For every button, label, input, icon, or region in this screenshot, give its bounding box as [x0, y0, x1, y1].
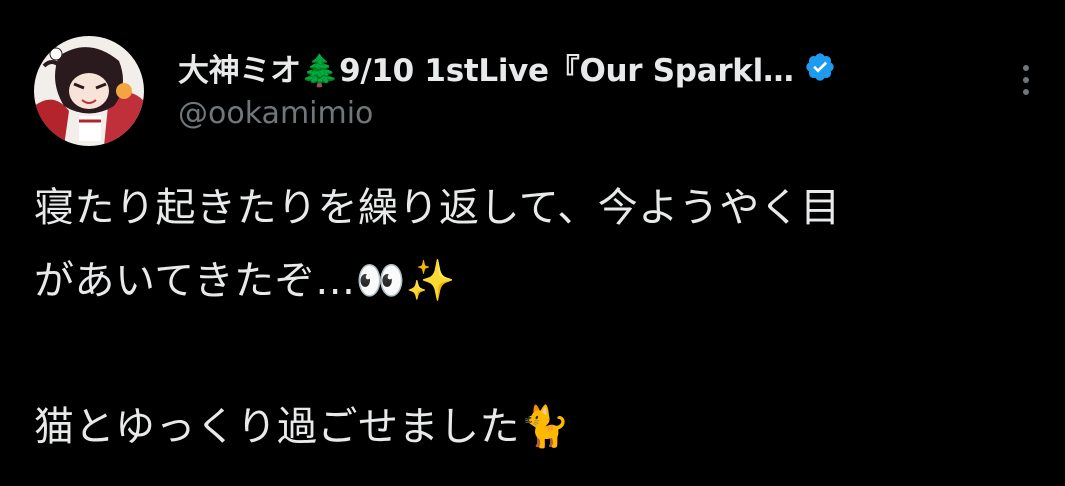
tweet-text-line: があいてきたぞ…👀✨: [34, 258, 457, 304]
profile-avatar[interactable]: [34, 36, 144, 146]
tweet-text-line: 猫とゆっくり過ごせました🐈: [34, 404, 571, 450]
name-row: 大神ミオ🌲9/10 1stLive『Our Sparkl…: [178, 40, 978, 94]
tweet-text: 寝たり起きたりを繰り返して、今ようやく目 があいてきたぞ…👀✨ 猫とゆっくり過ご…: [34, 172, 1044, 464]
user-handle[interactable]: @ookamimio: [178, 96, 978, 131]
more-options-icon[interactable]: [1008, 56, 1044, 104]
verified-badge-icon[interactable]: [804, 51, 836, 83]
avatar-image: [34, 36, 144, 146]
display-name[interactable]: 大神ミオ🌲9/10 1stLive『Our Sparkl…: [178, 45, 794, 90]
tweet-text-line: 寝たり起きたりを繰り返して、今ようやく目: [34, 185, 841, 231]
tweet-header: 大神ミオ🌲9/10 1stLive『Our Sparkl… @ookamimio: [178, 40, 978, 131]
tweet-card[interactable]: 大神ミオ🌲9/10 1stLive『Our Sparkl… @ookamimio…: [0, 0, 1065, 486]
